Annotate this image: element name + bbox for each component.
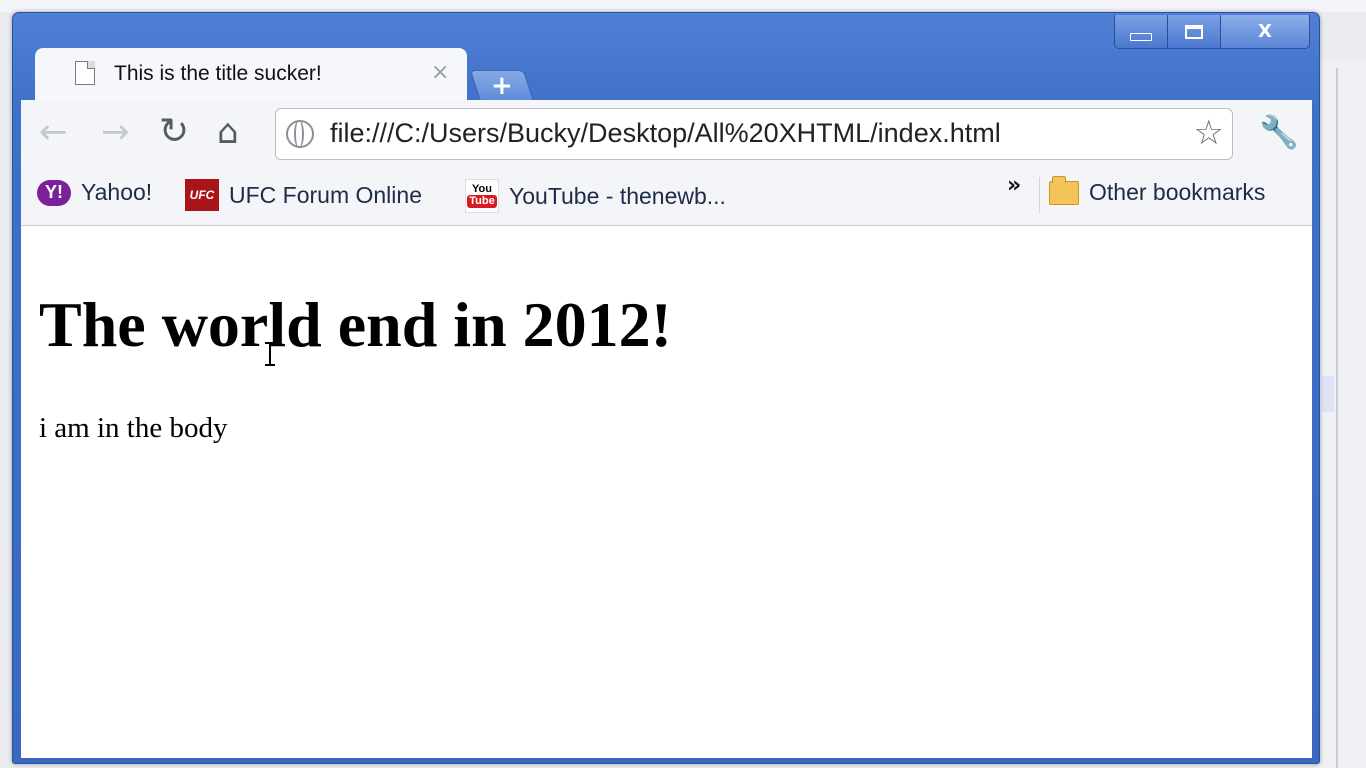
new-tab-button[interactable]: + [469,70,535,102]
other-bookmarks-label: Other bookmarks [1089,179,1266,205]
browser-toolbar: ← → ↻ ⌂ file:///C:/Users/Bucky/Desktop/A… [21,100,1312,165]
youtube-favicon-icon: You Tube [465,179,499,213]
bookmarks-overflow-chevron-icon[interactable]: » [1007,173,1021,198]
desktop-background-top [0,0,1366,12]
plus-icon: + [491,71,513,101]
yahoo-favicon-icon: Y! [37,179,71,206]
bookmark-youtube[interactable]: You Tube YouTube - thenewb... [465,179,726,213]
page-body-text: i am in the body [39,412,228,444]
bookmark-label: UFC Forum Online [229,181,422,208]
bookmark-ufc-forum[interactable]: UFC UFC Forum Online [185,179,422,211]
page-icon [75,61,95,85]
reload-icon[interactable]: ↻ [159,110,189,154]
window-caption-buttons: X [1114,15,1310,49]
youtube-icon-top-text: You [472,183,492,195]
ufc-favicon-icon: UFC [185,179,219,211]
page-heading: The world end in 2012! [39,289,672,360]
browser-tab-active[interactable]: This is the title sucker! × [35,48,467,101]
bookmark-yahoo[interactable]: Y! Yahoo! [37,179,152,206]
other-bookmarks-button[interactable]: Other bookmarks [1049,175,1266,206]
address-bar-url[interactable]: file:///C:/Users/Bucky/Desktop/All%20XHT… [330,118,1001,149]
minimize-icon [1130,32,1152,41]
maximize-button[interactable] [1167,15,1220,48]
wrench-menu-icon[interactable]: 🔧 [1259,112,1299,152]
forward-arrow-icon[interactable]: → [101,110,130,154]
desktop-background-right [1318,60,1366,768]
bookmarks-bar: Y! Yahoo! UFC UFC Forum Online You Tube … [21,165,1312,226]
maximize-icon [1185,24,1203,39]
page-content: The world end in 2012! i am in the body [21,226,1312,758]
address-bar[interactable]: file:///C:/Users/Bucky/Desktop/All%20XHT… [275,108,1233,160]
bookmark-star-icon[interactable]: ☆ [1194,113,1224,153]
youtube-icon-bottom-text: Tube [467,195,497,208]
browser-window: X This is the title sucker! × + ← → ↻ ⌂ … [12,12,1320,764]
text-cursor-icon [265,342,275,366]
folder-icon [1049,175,1079,205]
background-scroll-marker [1322,376,1334,412]
bookmarks-divider [1039,177,1040,213]
minimize-button[interactable] [1115,15,1167,48]
background-window-edge [1336,68,1338,768]
tab-close-icon[interactable]: × [431,60,449,85]
bookmark-label: YouTube - thenewb... [509,182,726,209]
globe-icon [286,120,314,148]
back-arrow-icon[interactable]: ← [39,110,68,154]
tab-title: This is the title sucker! [114,62,322,85]
close-window-button[interactable]: X [1220,15,1309,48]
bookmark-label: Yahoo! [81,179,153,205]
home-icon[interactable]: ⌂ [217,110,239,154]
